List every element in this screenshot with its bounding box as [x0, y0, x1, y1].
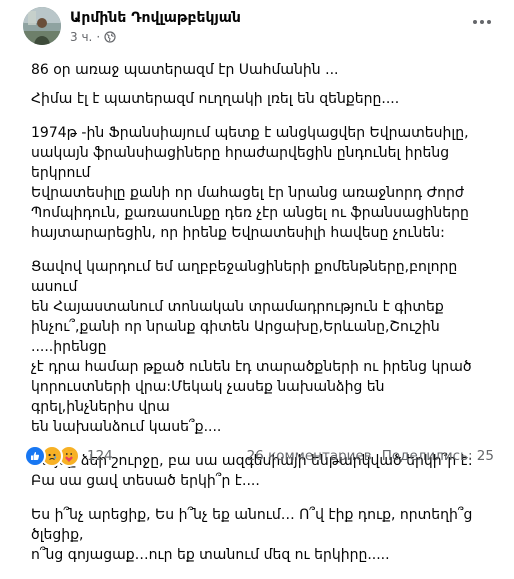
globe-icon	[104, 31, 116, 43]
post-paragraph-6: Ես ի՞նչ արեցիք, Ես ի՞նչ եք անում… Ո՞վ էի…	[31, 507, 473, 563]
comments-count[interactable]: 26 комментариев	[247, 448, 372, 464]
post-meta: Արմինե Դովլաթբեկյան 3 ч. ·	[70, 7, 241, 44]
post-footer: 124 26 комментариев Поделились: 25	[24, 445, 494, 467]
post-paragraph-2: Հիմա էլ է պատերազմ ուղղակի լռել են զենքե…	[31, 91, 400, 107]
reactions-summary[interactable]: 124	[24, 445, 113, 467]
like-reaction-icon	[24, 445, 46, 467]
post-subline: 3 ч. ·	[70, 30, 241, 44]
post-paragraph-1: 86 օր առաջ պատերազմ էր Սահմանին ...	[31, 62, 339, 78]
post-paragraph-3: 1974թ -ին Ֆրանսիայում պետք է անցկացվեր Ե…	[31, 125, 469, 241]
avatar[interactable]	[23, 7, 61, 45]
post-body: 86 օր առաջ պատերազմ էր Սահմանին ... Հիմա…	[31, 60, 491, 579]
more-options-icon[interactable]	[468, 12, 496, 32]
avatar-photo	[23, 7, 61, 45]
post-time[interactable]: 3 ч.	[70, 30, 92, 44]
author-name[interactable]: Արմինե Դովլաթբեկյան	[70, 9, 241, 27]
post-paragraph-4: Ցավով կարդում եմ աղբբեջանցիների քոմենթնե…	[31, 259, 472, 435]
shares-count[interactable]: Поделились: 25	[382, 448, 494, 464]
separator-dot: ·	[96, 30, 101, 44]
post-card: Արմինե Դովլաթբեկյան 3 ч. · 86 օր առաջ պա…	[0, 0, 514, 563]
post-header: Արմինե Դովլաթբեկյան 3 ч. ·	[23, 7, 241, 45]
reaction-count[interactable]: 124	[87, 448, 113, 464]
